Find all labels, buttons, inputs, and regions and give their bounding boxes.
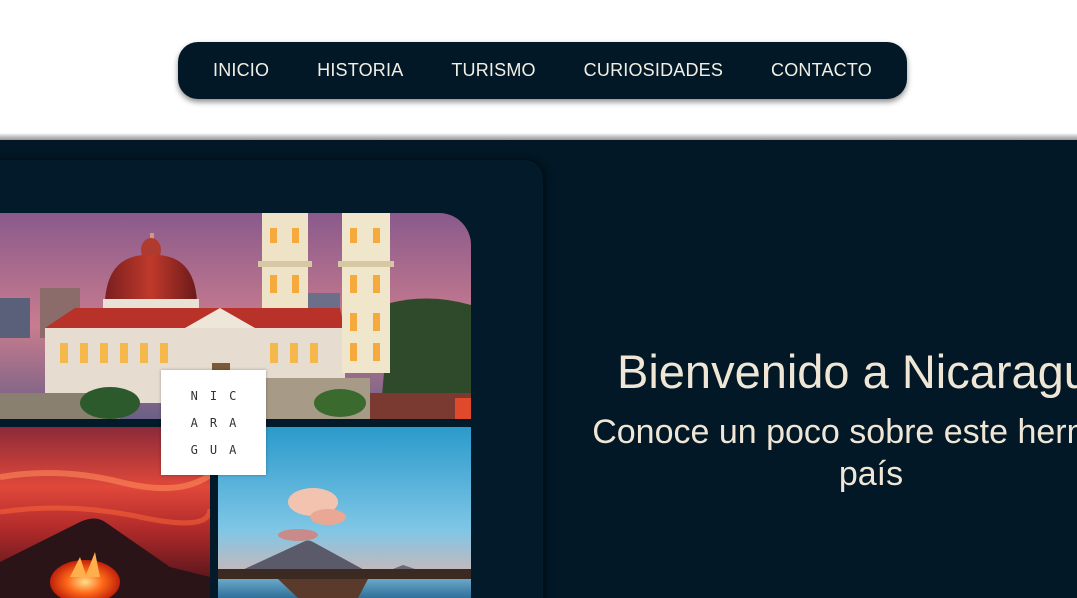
nav-item-contacto[interactable]: CONTACTO [771, 60, 872, 81]
nicaragua-badge: NIC ARA GUA [161, 370, 266, 475]
top-bar: INICIO HISTORIA TURISMO CURIOSIDADES CON… [0, 0, 1077, 136]
main-navigation: INICIO HISTORIA TURISMO CURIOSIDADES CON… [178, 42, 907, 99]
badge-line-2: ARA [190, 415, 249, 430]
hero-subtitle: Conoce un poco sobre este hermoso país [592, 413, 1077, 493]
hero-title: Bienvenido a Nicaragua [617, 345, 1077, 398]
nav-item-curiosidades[interactable]: CURIOSIDADES [584, 60, 723, 81]
nav-item-inicio[interactable]: INICIO [213, 60, 269, 81]
badge-line-3: GUA [190, 442, 249, 457]
hero-section: NIC ARA GUA Bienvenido a Nicaragua Conoc… [0, 140, 1077, 598]
badge-line-1: NIC [190, 388, 249, 403]
nav-item-turismo[interactable]: TURISMO [451, 60, 535, 81]
nav-item-historia[interactable]: HISTORIA [317, 60, 403, 81]
